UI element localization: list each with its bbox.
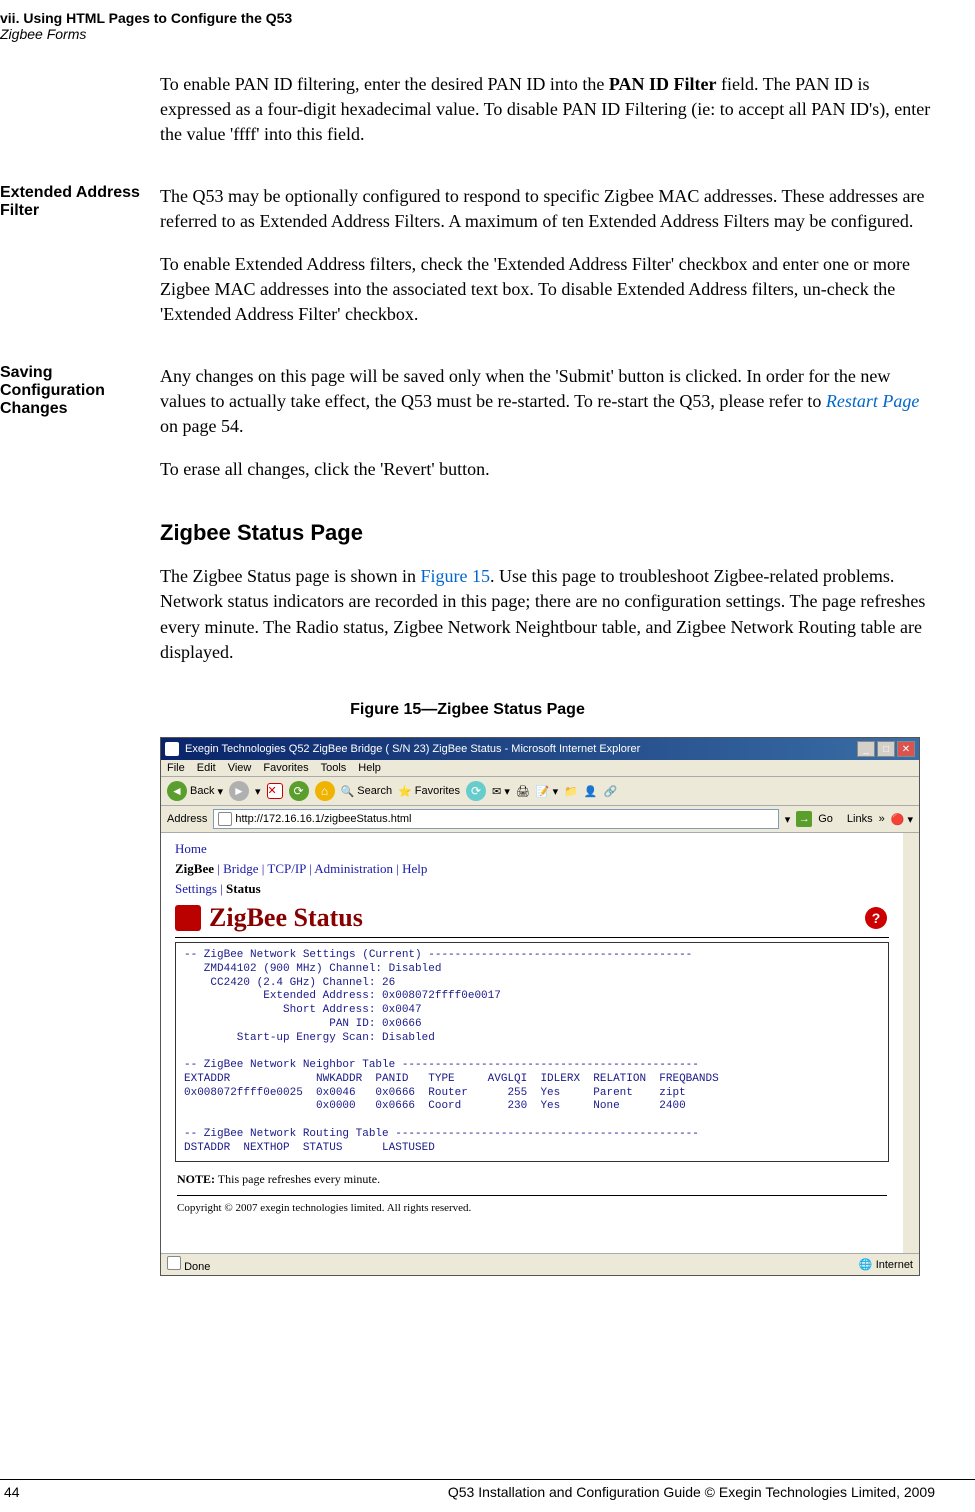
ie-addressbar: Address http://172.16.16.1/zigbeeStatus.… <box>161 806 919 833</box>
search-icon: 🔍 <box>341 785 355 798</box>
back-label: Back <box>190 785 214 797</box>
minimize-button[interactable]: _ <box>857 741 875 757</box>
ie-toolbar: ◄Back ▾ ► ▾ ✕ ⟳ ⌂ 🔍Search ⭐Favorites ⟳ ✉… <box>161 777 919 806</box>
side-label-ext-addr: Extended Address Filter <box>0 184 160 346</box>
back-icon: ◄ <box>167 781 187 801</box>
favorites-label: Favorites <box>415 785 460 797</box>
copyright-text: Copyright © 2007 exegin technologies lim… <box>167 1198 897 1224</box>
links-label: Links <box>847 813 873 825</box>
url-text: http://172.16.16.1/zigbeeStatus.html <box>235 813 411 825</box>
side-label-saving: Saving Configuration Changes <box>0 364 160 501</box>
favorites-button[interactable]: ⭐Favorites <box>398 785 460 798</box>
menu-view[interactable]: View <box>228 762 252 774</box>
refresh-button[interactable]: ⟳ <box>289 781 309 801</box>
page-header-chapter: vii. Using HTML Pages to Configure the Q… <box>0 10 935 26</box>
note-line: NOTE: This page refreshes every minute. <box>167 1166 897 1193</box>
edit-button[interactable]: 📝 ▾ <box>536 785 558 798</box>
close-button[interactable]: ✕ <box>897 741 915 757</box>
note-text: This page refreshes every minute. <box>215 1172 380 1186</box>
status-para: The Zigbee Status page is shown in Figur… <box>160 564 935 665</box>
address-label: Address <box>167 813 207 825</box>
panid-bold: PAN ID Filter <box>609 74 717 94</box>
footer-text: Q53 Installation and Configuration Guide… <box>448 1484 975 1500</box>
back-button[interactable]: ◄Back ▾ <box>167 781 223 801</box>
ie-statusbar: Done 🌐 Internet <box>161 1253 919 1275</box>
saving-p2: To erase all changes, click the 'Revert'… <box>160 457 935 482</box>
nav-settings[interactable]: Settings <box>175 881 217 896</box>
status-output: -- ZigBee Network Settings (Current) ---… <box>175 942 889 1162</box>
nav-row-1: Home <box>167 839 897 859</box>
page-viewport: Home ZigBee | Bridge | TCP/IP | Administ… <box>161 833 919 1253</box>
note-bold: NOTE: <box>177 1172 215 1186</box>
nav-home[interactable]: Home <box>175 841 207 856</box>
nav-tcpip[interactable]: TCP/IP <box>267 861 306 876</box>
snagit-icon[interactable]: 🔴 ▾ <box>891 813 913 826</box>
go-button[interactable]: → <box>796 811 812 827</box>
print-button[interactable]: 🖨 <box>516 785 530 798</box>
figure-caption: Figure 15—Zigbee Status Page <box>0 701 935 719</box>
done-icon <box>167 1256 181 1270</box>
nav-status[interactable]: Status <box>226 881 261 896</box>
zigbee-status-title: ZigBee Status <box>175 903 363 933</box>
help-icon[interactable]: ? <box>865 907 887 929</box>
nav-bridge[interactable]: Bridge <box>223 861 258 876</box>
saving-p1-post: on page 54. <box>160 416 243 436</box>
menu-file[interactable]: File <box>167 762 185 774</box>
internet-icon: 🌐 <box>859 1259 873 1271</box>
zigbee-title-text: ZigBee Status <box>209 903 363 933</box>
nav-zigbee[interactable]: ZigBee <box>175 861 214 876</box>
ext-addr-p2: To enable Extended Address filters, chec… <box>160 252 935 328</box>
saving-p1-pre: Any changes on this page will be saved o… <box>160 366 890 411</box>
page-icon <box>218 812 232 826</box>
window-title: Exegin Technologies Q52 ZigBee Bridge ( … <box>185 743 857 755</box>
figure-15-link[interactable]: Figure 15 <box>420 566 490 586</box>
menu-edit[interactable]: Edit <box>197 762 216 774</box>
ie-icon <box>165 742 179 756</box>
links-button[interactable]: 🔗 <box>604 785 618 798</box>
mail-button[interactable]: ✉ ▾ <box>492 785 510 798</box>
folder-button[interactable]: 📁 <box>564 785 578 798</box>
browser-window: Exegin Technologies Q52 ZigBee Bridge ( … <box>160 737 920 1276</box>
nav-help[interactable]: Help <box>402 861 427 876</box>
msn-button[interactable]: 👤 <box>584 785 598 798</box>
menu-tools[interactable]: Tools <box>321 762 347 774</box>
para-panid: To enable PAN ID filtering, enter the de… <box>160 72 935 166</box>
ie-titlebar: Exegin Technologies Q52 ZigBee Bridge ( … <box>161 738 919 760</box>
page-number: 44 <box>0 1484 20 1500</box>
page-header-section: Zigbee Forms <box>0 26 935 42</box>
search-label: Search <box>357 785 392 797</box>
panid-pre: To enable PAN ID filtering, enter the de… <box>160 74 609 94</box>
status-zone: Internet <box>876 1259 913 1271</box>
nav-row-2: ZigBee | Bridge | TCP/IP | Administratio… <box>167 859 897 879</box>
home-button[interactable]: ⌂ <box>315 781 335 801</box>
restart-page-link[interactable]: Restart Page <box>826 391 919 411</box>
status-done: Done <box>184 1261 210 1273</box>
menu-help[interactable]: Help <box>358 762 381 774</box>
go-label: Go <box>818 813 833 825</box>
section-heading-zigbee-status: Zigbee Status Page <box>160 520 935 546</box>
menu-favorites[interactable]: Favorites <box>263 762 308 774</box>
side-label-empty <box>0 72 160 166</box>
stop-button[interactable]: ✕ <box>267 783 283 799</box>
address-input[interactable]: http://172.16.16.1/zigbeeStatus.html <box>213 809 778 829</box>
side-label-empty2 <box>0 564 160 683</box>
ie-menubar: File Edit View Favorites Tools Help <box>161 760 919 777</box>
saving-p1: Any changes on this page will be saved o… <box>160 364 935 440</box>
history-button[interactable]: ⟳ <box>466 781 486 801</box>
nav-admin[interactable]: Administration <box>314 861 393 876</box>
divider2 <box>177 1195 887 1196</box>
page-footer: 44 Q53 Installation and Configuration Gu… <box>0 1479 975 1500</box>
nav-row-3: Settings | Status <box>167 879 897 899</box>
star-icon: ⭐ <box>398 785 412 798</box>
forward-button[interactable]: ► <box>229 781 249 801</box>
ext-addr-p1: The Q53 may be optionally configured to … <box>160 184 935 234</box>
search-button[interactable]: 🔍Search <box>341 785 393 798</box>
divider <box>175 937 889 938</box>
status-pre: The Zigbee Status page is shown in <box>160 566 420 586</box>
maximize-button[interactable]: □ <box>877 741 895 757</box>
zigbee-logo-icon <box>175 905 201 931</box>
